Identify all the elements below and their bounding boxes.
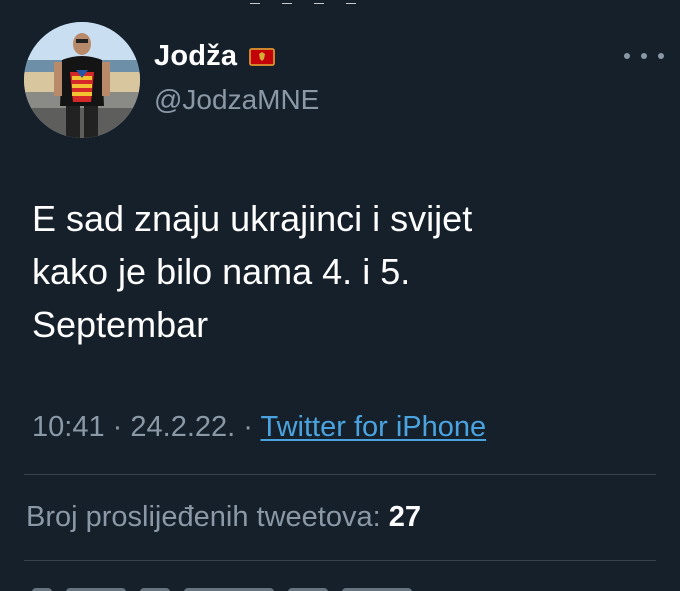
meta-separator: · [243, 411, 253, 443]
tweet-text-line: E sad znaju ukrajinci i svijet [32, 198, 473, 239]
montenegro-flag-icon [249, 47, 276, 66]
divider [24, 474, 656, 475]
display-name[interactable]: Jodža [154, 40, 237, 73]
meta-separator: · [112, 411, 123, 443]
more-options-icon[interactable] [624, 42, 664, 70]
avatar[interactable] [24, 22, 140, 138]
retweets-count: 27 [388, 501, 421, 533]
tweet-meta: 10:41 · 24.2.22. · Twitter for iPhone [32, 411, 486, 444]
retweets-label: Broj proslijeđenih tweetova: [26, 501, 381, 533]
tweet-date[interactable]: 24.2.22. [130, 411, 235, 443]
author-name-row[interactable]: Jodža [154, 40, 276, 73]
cropped-row-bottom [32, 583, 432, 591]
handle[interactable]: @JodzaMNE [154, 84, 319, 116]
cropped-icons-top [250, 0, 450, 4]
divider [24, 560, 656, 561]
retweets-stat[interactable]: Broj proslijeđenih tweetova: 27 [26, 501, 421, 534]
tweet-text-line: Septembar [32, 304, 209, 345]
tweet-text: E sad znaju ukrajinci i svijet kako je b… [32, 192, 642, 351]
tweet-time[interactable]: 10:41 [32, 411, 105, 443]
source-link[interactable]: Twitter for iPhone [260, 411, 486, 443]
tweet-text-line: kako je bilo nama 4. i 5. [32, 251, 411, 292]
